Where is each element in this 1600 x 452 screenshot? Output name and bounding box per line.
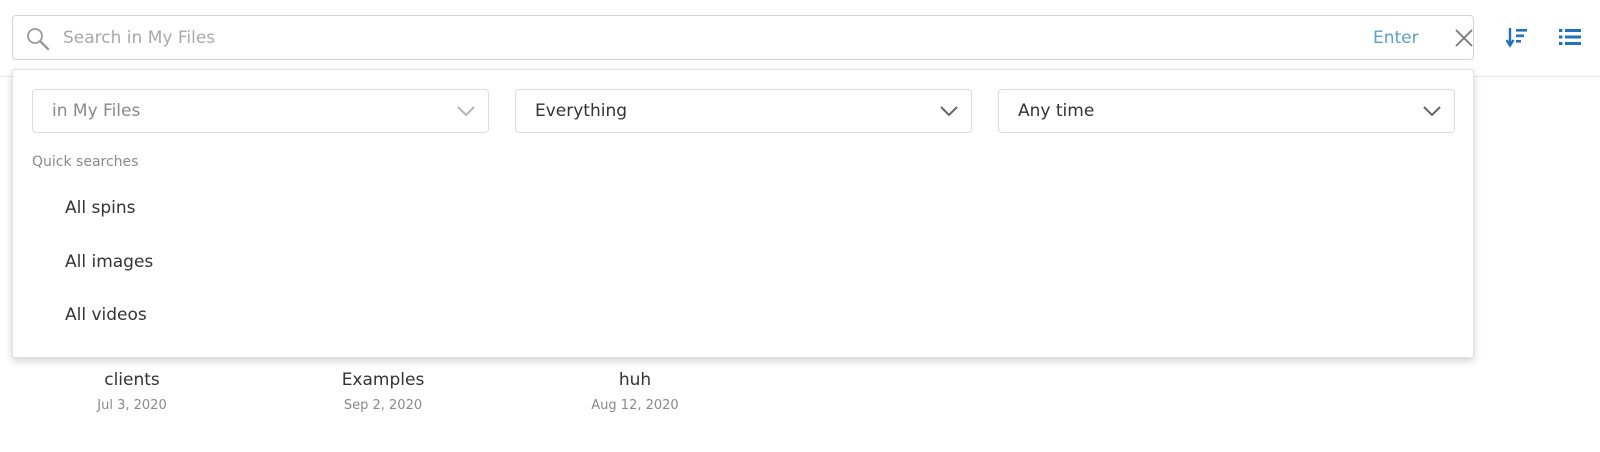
file-item-huh[interactable]: huh Aug 12, 2020: [545, 370, 725, 413]
top-bar: Enter: [0, 0, 1600, 77]
quick-search-all-videos[interactable]: All videos: [65, 305, 147, 325]
chevron-down-icon: [457, 106, 475, 117]
list-view-icon[interactable]: [1559, 27, 1581, 47]
time-select-value: Any time: [1018, 101, 1095, 121]
search-input[interactable]: [63, 22, 1263, 54]
time-select[interactable]: Any time: [998, 89, 1455, 133]
file-date: Aug 12, 2020: [591, 398, 679, 413]
file-date: Jul 3, 2020: [97, 398, 167, 413]
file-item-examples[interactable]: Examples Sep 2, 2020: [293, 370, 473, 413]
type-select[interactable]: Everything: [515, 89, 972, 133]
enter-button[interactable]: Enter: [1373, 28, 1419, 48]
scope-select-value: in My Files: [52, 101, 141, 121]
chevron-down-icon: [1423, 106, 1441, 117]
file-name: clients: [104, 370, 160, 390]
quick-search-all-spins[interactable]: All spins: [65, 198, 135, 218]
search-icon: [27, 28, 50, 51]
chevron-down-icon: [940, 106, 958, 117]
file-date: Sep 2, 2020: [343, 398, 423, 413]
sort-descending-icon[interactable]: [1506, 26, 1528, 48]
search-box[interactable]: Enter: [12, 15, 1474, 60]
quick-searches-heading: Quick searches: [32, 154, 139, 170]
file-name: Examples: [341, 370, 425, 390]
close-icon[interactable]: [1454, 28, 1474, 48]
file-name: huh: [618, 370, 652, 390]
search-dropdown: in My Files Everything Any time Quick se…: [12, 69, 1474, 358]
scope-select[interactable]: in My Files: [32, 89, 489, 133]
quick-search-all-images[interactable]: All images: [65, 252, 153, 272]
file-item-clients[interactable]: clients Jul 3, 2020: [42, 370, 222, 413]
type-select-value: Everything: [535, 101, 628, 121]
